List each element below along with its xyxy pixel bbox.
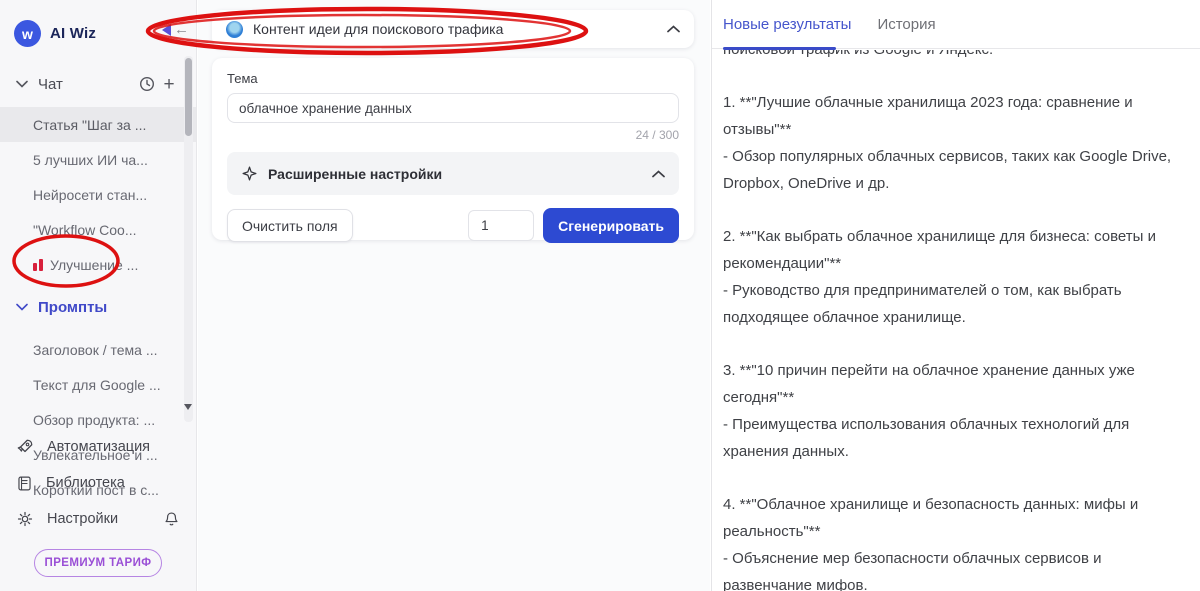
gear-icon <box>16 510 34 528</box>
results-panel: Новые результаты История поисковой трафи… <box>711 0 1200 591</box>
chat-item[interactable]: "Workflow Coo... <box>0 212 196 247</box>
sidebar-item-library[interactable]: Библиотека <box>16 465 180 501</box>
chevron-up-icon[interactable] <box>652 170 665 178</box>
preset-header[interactable]: Контент идеи для поискового трафика <box>212 10 694 48</box>
app-title: AI Wiz <box>50 25 96 42</box>
advanced-settings-label: Расширенные настройки <box>268 166 652 182</box>
chevron-up-icon[interactable] <box>667 25 680 33</box>
topic-input[interactable] <box>227 93 679 123</box>
result-item: 4. **"Облачное хранилище и безопасность … <box>723 491 1189 591</box>
generate-button[interactable]: Сгенерировать <box>543 208 679 243</box>
chevron-down-icon <box>16 303 28 311</box>
history-clock-icon[interactable] <box>136 73 158 95</box>
chevron-down-icon <box>16 80 28 88</box>
collapse-sidebar-control[interactable]: ← <box>162 22 189 37</box>
book-icon <box>16 475 33 492</box>
sidebar-item-settings[interactable]: Настройки <box>16 501 180 537</box>
scrollbar-thumb[interactable] <box>185 58 192 136</box>
app-window: w AI Wiz Чат + Статья "Шаг за ... 5 лучш… <box>0 0 1200 591</box>
new-chat-plus-icon[interactable]: + <box>158 73 180 95</box>
topic-label: Тема <box>227 71 679 86</box>
rocket-icon <box>16 438 34 456</box>
premium-plan-button[interactable]: ПРЕМИУМ ТАРИФ <box>34 549 162 577</box>
arrow-left-icon: ← <box>174 22 189 37</box>
preset-title: Контент идеи для поискового трафика <box>253 21 667 37</box>
sidebar-item-automation[interactable]: Автоматизация <box>16 429 180 465</box>
chat-item[interactable]: 5 лучших ИИ ча... <box>0 142 196 177</box>
chat-section-label: Чат <box>38 76 63 93</box>
tab-history[interactable]: История <box>877 16 935 33</box>
logo-icon: w <box>14 20 41 47</box>
advanced-settings-accordion[interactable]: Расширенные настройки <box>227 152 679 195</box>
chat-item[interactable]: Нейросети стан... <box>0 177 196 212</box>
tab-new-results[interactable]: Новые результаты <box>723 16 851 33</box>
result-item: 1. **"Лучшие облачные хранилища 2023 год… <box>723 89 1189 197</box>
result-item: 3. **"10 причин перейти на облачное хран… <box>723 357 1189 465</box>
triangle-left-icon <box>162 24 171 36</box>
result-count-input[interactable] <box>468 210 534 241</box>
prompt-item[interactable]: Текст для Google ... <box>0 367 196 402</box>
prompt-item[interactable]: Заголовок / тема ... <box>0 332 196 367</box>
bell-icon[interactable] <box>163 510 180 528</box>
sidebar-section-chat[interactable]: Чат + <box>0 69 196 99</box>
preset-icon <box>226 21 243 38</box>
results-tabs: Новые результаты История <box>712 0 1200 49</box>
sparkle-icon <box>241 165 258 182</box>
result-item: 2. **"Как выбрать облачное хранилище для… <box>723 223 1189 331</box>
generator-panel: ← Контент идеи для поискового трафика Те… <box>198 0 710 591</box>
sidebar-scrollbar[interactable] <box>184 56 193 422</box>
chat-item[interactable]: Улучшение ... <box>0 247 196 282</box>
results-scroll-area[interactable]: поисковой трафик из Google и Яндекс: 1. … <box>712 50 1200 591</box>
clear-fields-button[interactable]: Очистить поля <box>227 209 353 242</box>
actions-row: Очистить поля Сгенерировать <box>227 208 679 243</box>
improve-icon <box>33 259 43 271</box>
chat-item[interactable]: Статья "Шаг за ... <box>0 107 196 142</box>
generator-form: Тема 24 / 300 Расширенные настройки Очис… <box>212 58 694 240</box>
prompts-section-label: Промпты <box>38 299 107 316</box>
scrollbar-down-arrow-icon[interactable] <box>184 404 192 410</box>
result-intro-line: поисковой трафик из Google и Яндекс: <box>723 50 1189 63</box>
sidebar-section-prompts[interactable]: Промпты <box>0 292 196 322</box>
sidebar-footer: Автоматизация Библиотека Настройки ПРЕМИ… <box>0 429 196 591</box>
sidebar: w AI Wiz Чат + Статья "Шаг за ... 5 лучш… <box>0 0 197 591</box>
char-counter: 24 / 300 <box>227 128 679 142</box>
